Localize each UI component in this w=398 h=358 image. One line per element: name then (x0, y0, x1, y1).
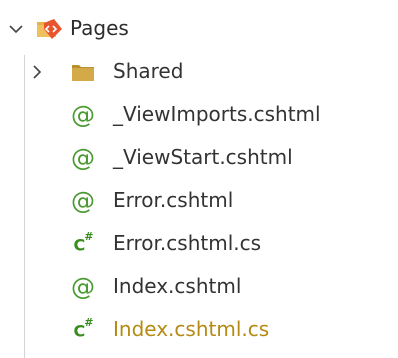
chevron-right-icon[interactable] (27, 62, 47, 82)
razor-icon: @ (71, 187, 95, 215)
tree-node-viewstart[interactable]: @ _ViewStart.cshtml (0, 136, 398, 180)
tree-node-index-cs[interactable]: C# Index.cshtml.cs (0, 308, 398, 352)
folder-icon (69, 59, 97, 85)
tree-node-label: _ViewImports.cshtml (113, 102, 321, 126)
razor-icon: @ (71, 101, 95, 129)
tree-node-pages[interactable]: Pages (0, 7, 398, 51)
tree-node-label: Error.cshtml (113, 188, 234, 212)
chevron-down-icon[interactable] (6, 19, 26, 39)
csharp-icon: C# (73, 315, 94, 341)
razor-icon: @ (71, 273, 95, 301)
tree-node-label: Index.cshtml (113, 274, 242, 298)
tree-node-error-cshtml[interactable]: @ Error.cshtml (0, 179, 398, 223)
csharp-icon: C# (73, 229, 94, 255)
tree-node-shared[interactable]: Shared (0, 50, 398, 94)
tree-node-label: Error.cshtml.cs (113, 231, 262, 255)
tree-node-label: Pages (70, 16, 129, 40)
tree-node-label: _ViewStart.cshtml (113, 145, 293, 169)
pages-folder-icon (36, 16, 64, 42)
tree-node-viewimports[interactable]: @ _ViewImports.cshtml (0, 93, 398, 137)
tree-node-index-cshtml[interactable]: @ Index.cshtml (0, 265, 398, 309)
razor-icon: @ (71, 144, 95, 172)
tree-node-label: Shared (113, 59, 184, 83)
tree-node-label: Index.cshtml.cs (113, 317, 270, 341)
solution-explorer-tree: Pages Shared @ _ViewImports.cshtml @ _Vi… (0, 0, 398, 358)
tree-node-error-cs[interactable]: C# Error.cshtml.cs (0, 222, 398, 266)
